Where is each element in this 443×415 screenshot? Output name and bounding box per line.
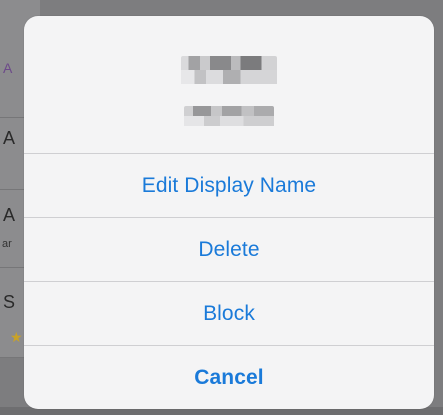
edit-display-name-label: Edit Display Name: [141, 173, 317, 197]
pixelated-contact-name: [181, 56, 277, 84]
delete-label: Delete: [198, 237, 260, 261]
background-letter: A: [3, 60, 13, 76]
edit-display-name-button[interactable]: Edit Display Name: [24, 154, 434, 218]
delete-button[interactable]: Delete: [24, 218, 434, 282]
background-text: ar: [2, 238, 12, 250]
star-icon: ★: [10, 329, 23, 345]
block-label: Block: [203, 301, 255, 325]
action-sheet: Edit Display Name Delete Block Cancel: [24, 16, 434, 409]
background-letter: A: [3, 205, 16, 225]
background-letter: A: [3, 128, 16, 148]
pixelated-contact-detail: [184, 106, 274, 126]
block-button[interactable]: Block: [24, 282, 434, 346]
cancel-label: Cancel: [194, 366, 264, 389]
cancel-button[interactable]: Cancel: [24, 346, 434, 409]
action-sheet-header: [24, 16, 434, 154]
background-letter: S: [3, 292, 16, 312]
